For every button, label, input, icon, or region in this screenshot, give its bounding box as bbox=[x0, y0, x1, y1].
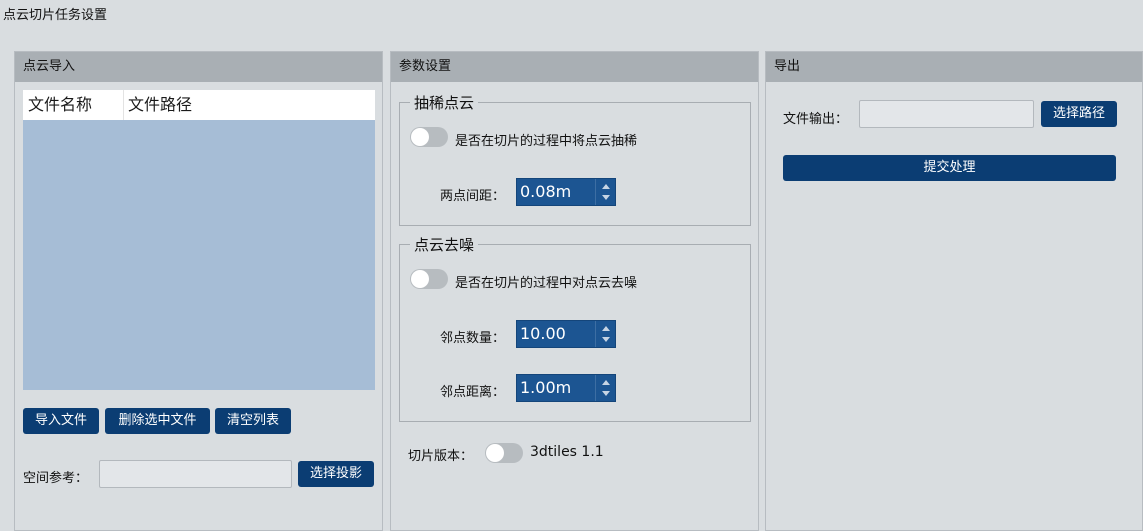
export-panel: 导出 文件输出： 选择路径 提交处理 bbox=[765, 51, 1143, 531]
select-projection-button[interactable]: 选择投影 bbox=[298, 461, 374, 487]
spacing-stepper[interactable] bbox=[595, 179, 615, 205]
file-table[interactable]: 文件名称 文件路径 bbox=[23, 90, 375, 390]
chevron-down-icon[interactable] bbox=[602, 337, 610, 342]
spacing-value: 0.08m bbox=[520, 182, 572, 201]
chevron-down-icon[interactable] bbox=[602, 391, 610, 396]
distance-value: 1.00m bbox=[520, 378, 572, 397]
delete-selected-button[interactable]: 删除选中文件 bbox=[105, 408, 210, 434]
version-toggle[interactable] bbox=[485, 443, 523, 463]
submit-button[interactable]: 提交处理 bbox=[783, 155, 1116, 181]
column-header-file-path[interactable]: 文件路径 bbox=[124, 90, 192, 120]
params-panel-header: 参数设置 bbox=[391, 52, 758, 82]
neighbors-stepper[interactable] bbox=[595, 321, 615, 347]
thin-toggle-label: 是否在切片的过程中将点云抽稀 bbox=[455, 134, 638, 149]
chevron-down-icon[interactable] bbox=[602, 195, 610, 200]
spacing-label: 两点间距： bbox=[440, 189, 506, 204]
chevron-up-icon[interactable] bbox=[602, 380, 610, 385]
denoise-toggle-label: 是否在切片的过程中对点云去噪 bbox=[455, 276, 638, 291]
thin-group: 抽稀点云 是否在切片的过程中将点云抽稀 两点间距： 0.08m bbox=[399, 92, 751, 226]
version-toggle-label: 3dtiles 1.1 bbox=[530, 444, 604, 460]
import-panel-header: 点云导入 bbox=[15, 52, 382, 82]
distance-stepper[interactable] bbox=[595, 375, 615, 401]
neighbors-label: 邻点数量： bbox=[440, 331, 506, 346]
chevron-up-icon[interactable] bbox=[602, 184, 610, 189]
chevron-up-icon[interactable] bbox=[602, 326, 610, 331]
version-label: 切片版本： bbox=[408, 449, 474, 464]
thin-toggle[interactable] bbox=[410, 127, 448, 147]
column-header-file-name[interactable]: 文件名称 bbox=[23, 90, 124, 120]
neighbors-value: 10.00 bbox=[520, 324, 566, 343]
crs-input[interactable] bbox=[99, 460, 292, 488]
export-panel-header: 导出 bbox=[766, 52, 1142, 82]
denoise-toggle[interactable] bbox=[410, 269, 448, 289]
file-table-header: 文件名称 文件路径 bbox=[23, 90, 375, 120]
output-label: 文件输出： bbox=[783, 112, 849, 127]
neighbors-spinbox[interactable]: 10.00 bbox=[516, 320, 616, 348]
spacing-spinbox[interactable]: 0.08m bbox=[516, 178, 616, 206]
output-path-input[interactable] bbox=[859, 100, 1034, 128]
denoise-group: 点云去噪 是否在切片的过程中对点云去噪 邻点数量： 10.00 邻点距离： 1.… bbox=[399, 234, 751, 422]
crs-label: 空间参考： bbox=[23, 471, 89, 486]
distance-spinbox[interactable]: 1.00m bbox=[516, 374, 616, 402]
distance-label: 邻点距离： bbox=[440, 385, 506, 400]
denoise-group-title: 点云去噪 bbox=[410, 234, 479, 255]
select-path-button[interactable]: 选择路径 bbox=[1041, 101, 1117, 127]
thin-group-title: 抽稀点云 bbox=[410, 92, 479, 113]
import-panel: 点云导入 文件名称 文件路径 导入文件 删除选中文件 清空列表 空间参考： 选择… bbox=[14, 51, 383, 531]
params-panel: 参数设置 抽稀点云 是否在切片的过程中将点云抽稀 两点间距： 0.08m 点云去… bbox=[390, 51, 759, 531]
window-title: 点云切片任务设置 bbox=[3, 8, 108, 23]
import-file-button[interactable]: 导入文件 bbox=[23, 408, 99, 434]
clear-list-button[interactable]: 清空列表 bbox=[215, 408, 291, 434]
